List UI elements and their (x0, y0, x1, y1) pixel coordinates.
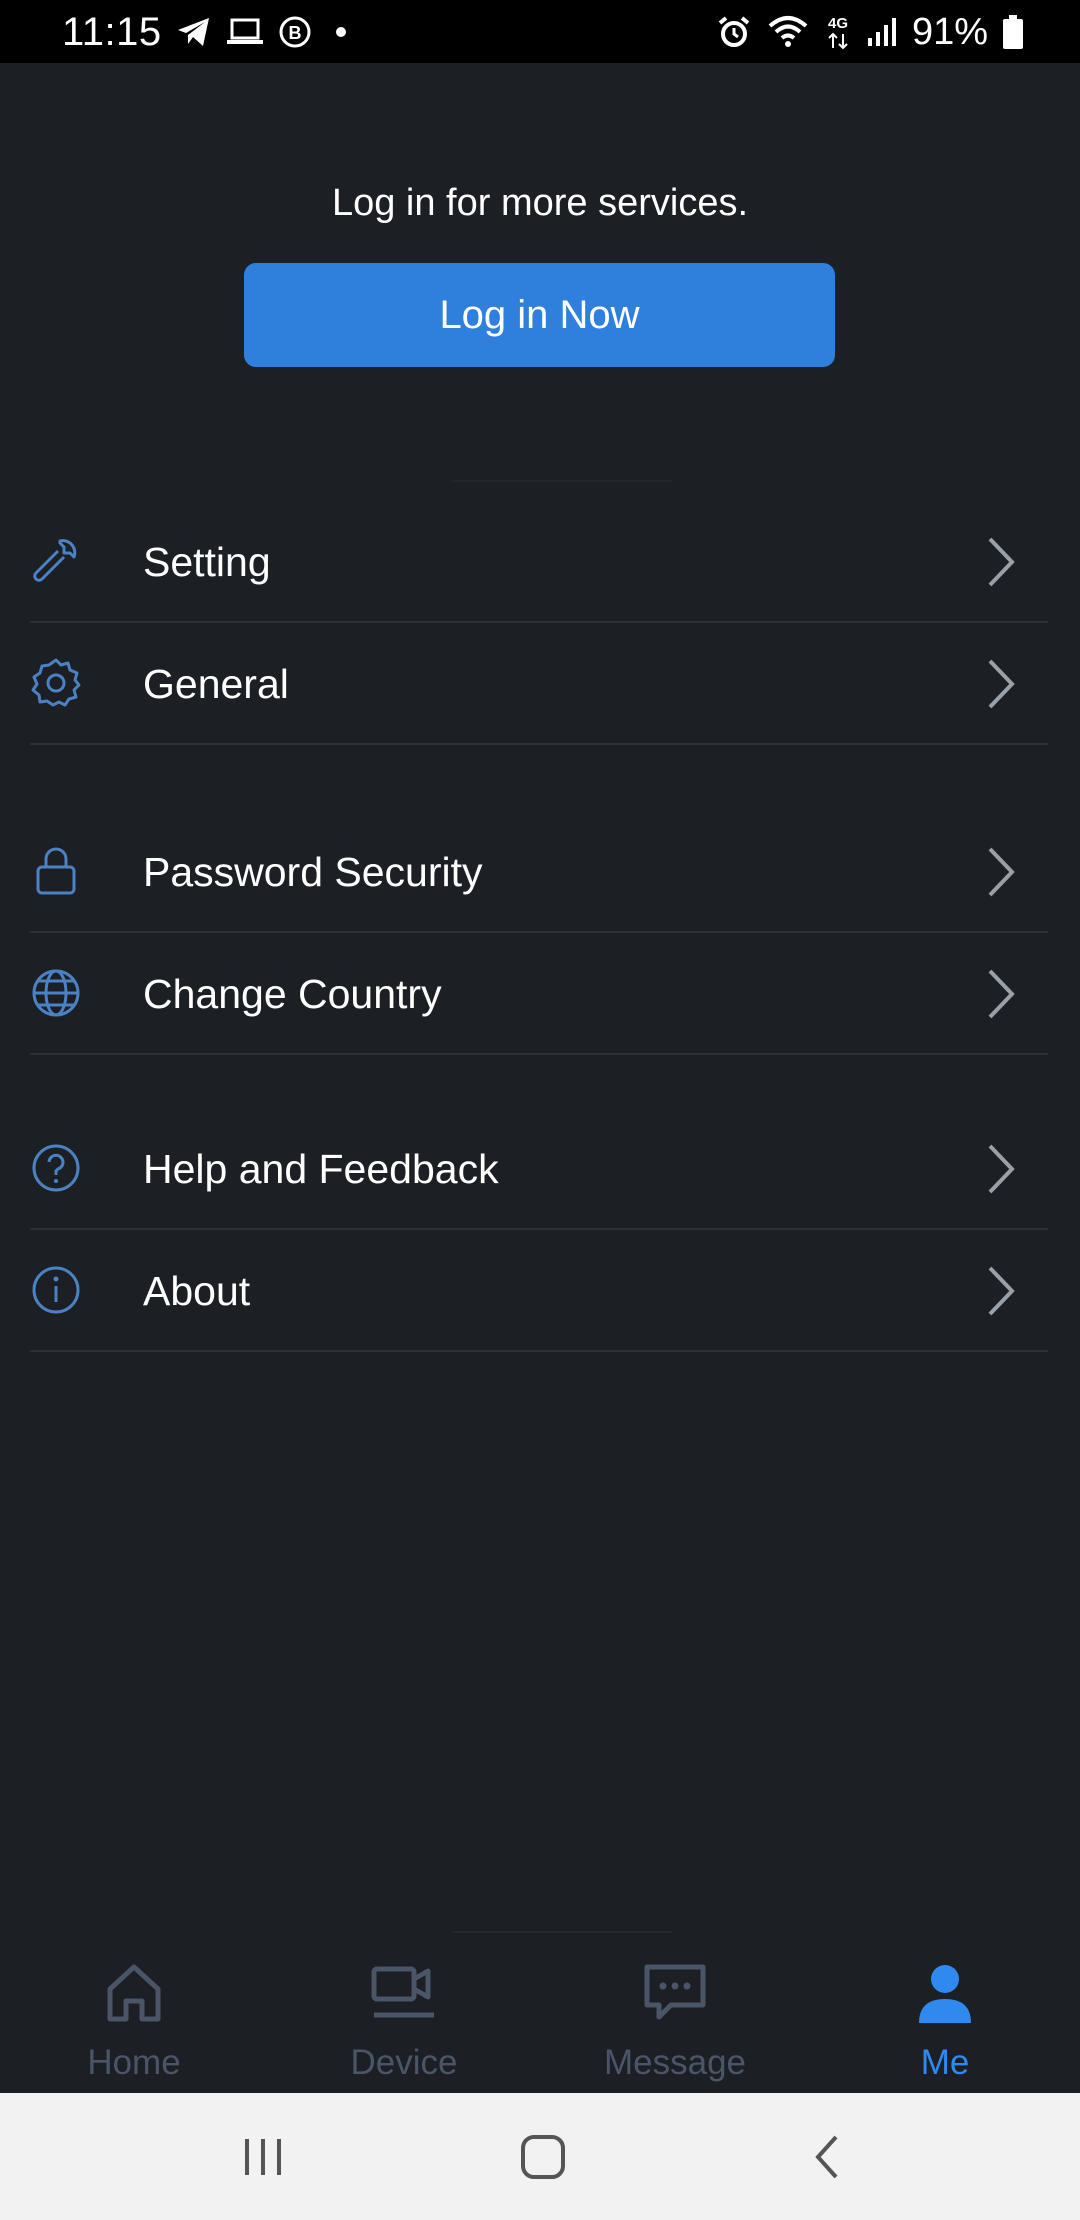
menu-item-about[interactable]: About (30, 1230, 1048, 1352)
menu-item-label: Change Country (143, 971, 442, 1017)
chevron-right-icon (984, 535, 1018, 589)
home-system-icon[interactable] (515, 2131, 571, 2183)
tab-message[interactable]: Message (575, 1935, 775, 2093)
signal-icon (866, 16, 898, 48)
b-badge-icon: B (278, 15, 312, 49)
wrench-icon (30, 535, 82, 587)
chevron-right-icon (984, 657, 1018, 711)
menu-item-setting[interactable]: Setting (30, 501, 1048, 623)
bottom-tab-bar: Home Device Message Me (0, 1935, 1080, 2093)
chevron-right-icon (984, 1142, 1018, 1196)
back-icon[interactable] (800, 2131, 856, 2183)
tab-label: Message (603, 2043, 747, 2082)
system-navigation-bar (0, 2093, 1080, 2220)
login-prompt: Log in for more services. (331, 182, 749, 224)
menu-item-general[interactable]: General (30, 623, 1048, 745)
battery-percent: 91% (911, 11, 988, 53)
info-icon (30, 1264, 82, 1316)
telegram-icon (176, 16, 212, 48)
dot-icon (326, 17, 356, 47)
menu-item-label: General (143, 661, 289, 707)
menu-item-label: Help and Feedback (143, 1146, 499, 1192)
help-icon (30, 1142, 82, 1194)
globe-icon (30, 967, 82, 1019)
status-time: 11:15 (62, 10, 162, 54)
menu-item-label: Password Security (143, 849, 483, 895)
tab-label: Me (920, 2043, 970, 2082)
svg-text:4G: 4G (828, 15, 848, 32)
tab-home[interactable]: Home (34, 1935, 234, 2093)
laptop-icon (226, 17, 264, 47)
person-icon (911, 1959, 979, 2027)
4g-icon: 4G (824, 12, 852, 52)
gear-icon (30, 657, 82, 709)
message-icon (641, 1959, 709, 2027)
camera-device-icon (370, 1959, 438, 2027)
recent-apps-icon[interactable] (235, 2131, 291, 2183)
chevron-right-icon (984, 967, 1018, 1021)
tab-label: Home (87, 2043, 181, 2082)
section-divider (452, 480, 672, 482)
menu-item-help-feedback[interactable]: Help and Feedback (30, 1108, 1048, 1230)
menu-item-password-security[interactable]: Password Security (30, 811, 1048, 933)
chevron-right-icon (984, 845, 1018, 899)
menu-item-label: About (143, 1268, 251, 1314)
alarm-icon (716, 14, 752, 50)
tab-device[interactable]: Device (304, 1935, 504, 2093)
status-bar: 11:15 B 4G 91% (0, 0, 1080, 63)
battery-icon (1002, 14, 1024, 50)
lock-icon (30, 845, 82, 897)
chevron-right-icon (984, 1264, 1018, 1318)
me-page: Log in for more services. Log in Now Set… (0, 63, 1080, 2093)
tab-bar-divider (452, 1931, 672, 1933)
menu-item-change-country[interactable]: Change Country (30, 933, 1048, 1055)
tab-label: Device (350, 2043, 458, 2082)
login-now-button[interactable]: Log in Now (244, 263, 835, 367)
tab-me[interactable]: Me (845, 1935, 1045, 2093)
svg-text:B: B (289, 23, 302, 43)
wifi-icon (766, 14, 810, 50)
home-icon (100, 1959, 168, 2027)
menu-item-label: Setting (143, 539, 271, 585)
